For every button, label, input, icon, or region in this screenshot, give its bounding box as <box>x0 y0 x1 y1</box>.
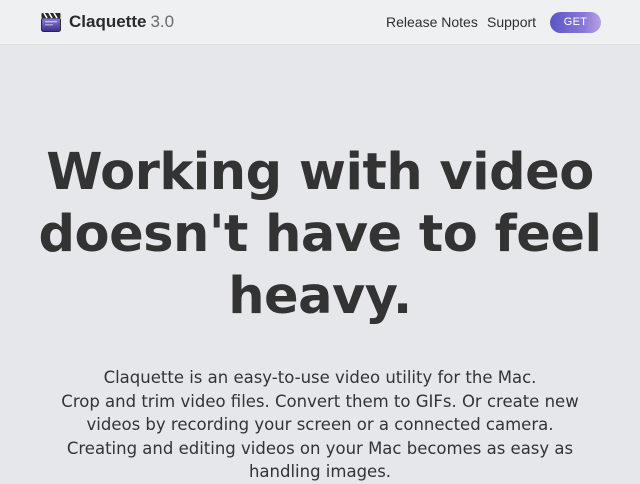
support-link[interactable]: Support <box>487 13 536 31</box>
hero-title-line: Working with video <box>46 143 594 202</box>
app-version: 3.0 <box>150 12 175 31</box>
app-name: Claquette <box>69 12 147 31</box>
brand-link[interactable]: Claquette 3.0 <box>40 11 174 33</box>
hero-description-line: Claquette is an easy-to-use video utilit… <box>103 368 537 387</box>
hero-description-line: Creating and editing videos on your Mac … <box>66 438 574 458</box>
hero-description: Claquette is an easy-to-use video utilit… <box>60 366 580 484</box>
clapperboard-icon <box>41 12 61 32</box>
hero-title-line: heavy. <box>228 267 412 326</box>
get-button[interactable]: GET <box>550 12 601 33</box>
top-navbar: Claquette 3.0 Release Notes Support GET <box>0 0 640 45</box>
hero-title-line: doesn't have to feel <box>38 205 602 264</box>
hero-description-line: Crop and trim video files. Convert them … <box>61 391 579 411</box>
release-notes-link[interactable]: Release Notes <box>386 13 478 31</box>
hero-title: Working with video doesn't have to feel … <box>0 142 640 328</box>
hero-description-line: videos by recording your screen or a con… <box>86 415 554 434</box>
